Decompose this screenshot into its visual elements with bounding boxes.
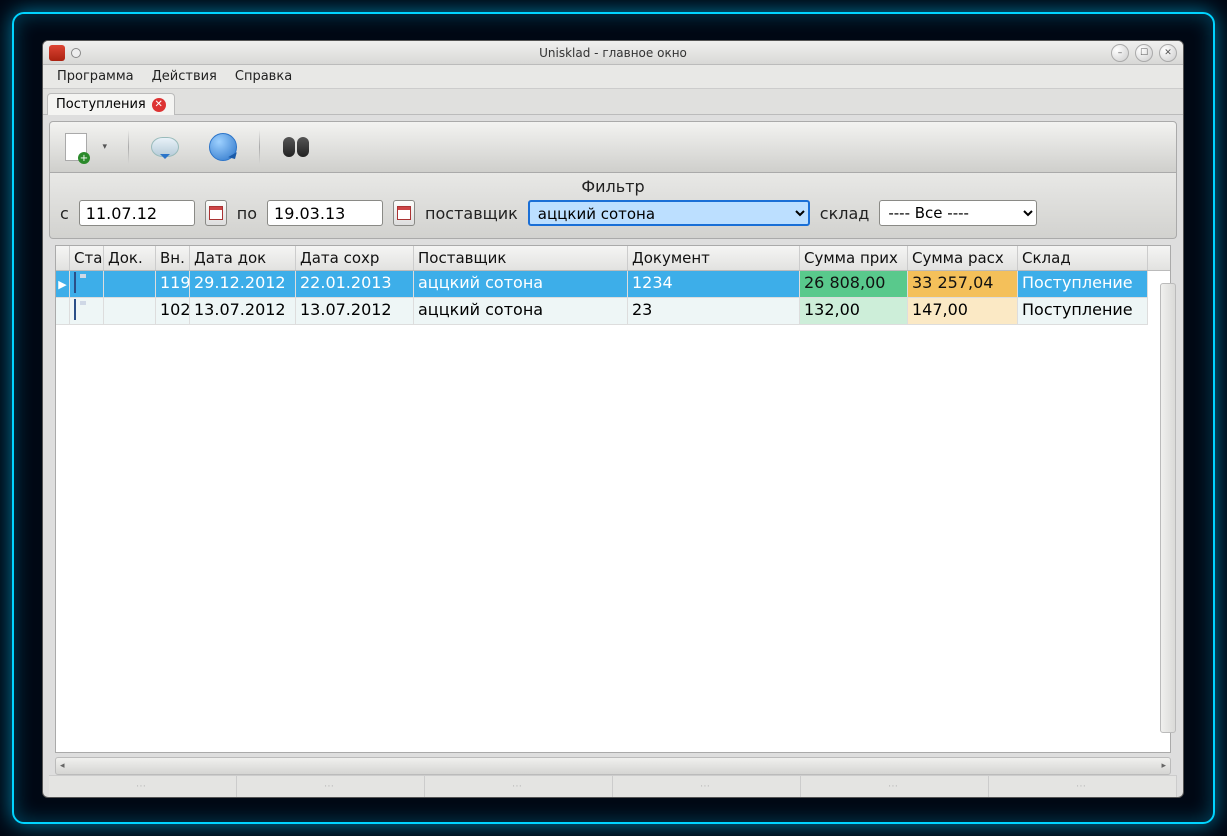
date-from-input[interactable] [79,200,195,226]
date-to-input[interactable] [267,200,383,226]
tab-label: Поступления [56,97,146,112]
toolbar [49,121,1177,173]
calendar-icon [209,206,223,220]
web-download-button[interactable] [201,128,245,166]
date-from-label: с [60,204,69,223]
filter-panel: Фильтр с по поставщик аццкий сотона скла… [49,173,1177,239]
close-tab-icon[interactable] [152,98,166,112]
diskette-icon [74,299,76,320]
new-document-icon [65,133,87,161]
window-title: Unisklad - главное окно [43,46,1183,60]
new-document-button[interactable] [58,128,114,166]
tab-receipts[interactable]: Поступления [47,93,175,115]
titlebar: Unisklad - главное окно – ☐ ✕ [43,41,1183,65]
statusbar: ⋯⋯⋯ ⋯⋯⋯ [49,775,1177,797]
menu-program[interactable]: Программа [49,67,142,86]
tabstrip: Поступления [43,89,1183,115]
minimize-button[interactable]: – [1111,44,1129,62]
db-download-button[interactable] [143,128,187,166]
data-table: Ста Док. Вн. Дата док Дата сохр Поставщи… [55,245,1171,753]
date-from-picker-button[interactable] [205,200,227,226]
col-dok[interactable]: Док. [104,246,156,270]
content: Фильтр с по поставщик аццкий сотона скла… [43,115,1183,797]
app-icon [49,45,65,61]
close-window-button[interactable]: ✕ [1159,44,1177,62]
menu-help[interactable]: Справка [227,67,300,86]
filter-title: Фильтр [50,173,1176,198]
calendar-icon [397,206,411,220]
col-date-save[interactable]: Дата сохр [296,246,414,270]
database-download-icon [151,137,179,157]
menubar: Программа Действия Справка [43,65,1183,89]
col-vn[interactable]: Вн. [156,246,190,270]
table-header: Ста Док. Вн. Дата док Дата сохр Поставщи… [56,246,1170,271]
menu-actions[interactable]: Действия [144,67,225,86]
horizontal-scrollbar[interactable]: ◂▸ [55,757,1171,775]
pin-icon[interactable] [71,48,81,58]
table-body: ▶ 119 29.12.2012 22.01.2013 аццкий сотон… [56,271,1170,752]
col-sum-out[interactable]: Сумма расх [908,246,1018,270]
col-status[interactable]: Ста [70,246,104,270]
binoculars-icon [283,137,309,157]
vertical-scrollbar[interactable] [1160,283,1176,733]
date-to-picker-button[interactable] [393,200,415,226]
col-sum-in[interactable]: Сумма прих [800,246,908,270]
status-cell [70,271,104,298]
col-document[interactable]: Документ [628,246,800,270]
date-to-label: по [237,204,257,223]
table-row[interactable]: ▶ 119 29.12.2012 22.01.2013 аццкий сотон… [56,271,1170,298]
col-store[interactable]: Склад [1018,246,1148,270]
main-window: Unisklad - главное окно – ☐ ✕ Программа … [42,40,1184,798]
table-row[interactable]: 102 13.07.2012 13.07.2012 аццкий сотона … [56,298,1170,325]
search-button[interactable] [274,128,318,166]
row-pointer-icon: ▶ [56,271,70,298]
store-select[interactable]: ---- Все ---- [879,200,1037,226]
col-supplier[interactable]: Поставщик [414,246,628,270]
status-cell [70,298,104,325]
maximize-button[interactable]: ☐ [1135,44,1153,62]
col-date-doc[interactable]: Дата док [190,246,296,270]
store-label: склад [820,204,870,223]
supplier-select[interactable]: аццкий сотона [528,200,810,226]
globe-download-icon [209,133,237,161]
supplier-label: поставщик [425,204,518,223]
diskette-icon [74,272,76,293]
